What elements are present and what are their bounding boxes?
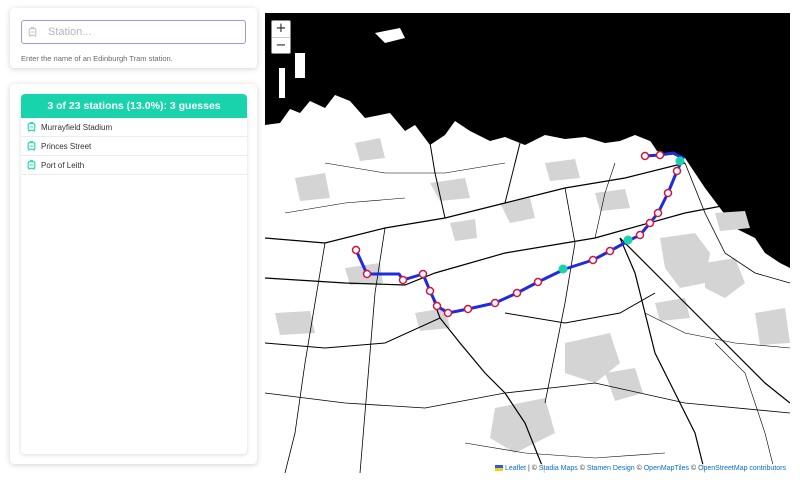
pier — [279, 68, 285, 98]
station-marker-guessed[interactable] — [675, 156, 685, 166]
results-summary: 3 of 23 stations (13.0%): 3 guesses — [21, 94, 247, 118]
map[interactable]: + − Leaflet | © Stadia Maps © Stamen Des… — [265, 13, 790, 473]
sea-area — [265, 13, 790, 268]
station-marker[interactable] — [463, 304, 473, 314]
station-list-item[interactable]: Princes Street — [21, 137, 247, 156]
station-marker[interactable] — [351, 245, 361, 255]
results-card: 3 of 23 stations (13.0%): 3 guesses Murr… — [10, 84, 257, 464]
station-marker[interactable] — [512, 288, 522, 298]
attribution-separator: | © — [526, 465, 539, 472]
search-card: Enter the name of an Edinburgh Tram stat… — [10, 8, 257, 68]
station-marker[interactable] — [418, 269, 428, 279]
station-marker[interactable] — [398, 275, 408, 285]
station-name: Princes Street — [41, 141, 92, 151]
attribution-separator: © — [689, 465, 699, 472]
stamen-link[interactable]: Stamen Design — [587, 465, 635, 472]
map-canvas[interactable] — [265, 13, 790, 473]
zoom-control: + − — [271, 20, 291, 54]
station-list-item[interactable]: Port of Leith — [21, 156, 247, 175]
station-marker[interactable] — [645, 218, 655, 228]
results-panel: 3 of 23 stations (13.0%): 3 guesses Murr… — [21, 94, 247, 454]
map-attribution: Leaflet | © Stadia Maps © Stamen Design … — [490, 464, 790, 473]
station-marker[interactable] — [653, 208, 663, 218]
tram-icon — [28, 27, 37, 37]
stadia-link[interactable]: Stadia Maps — [539, 465, 578, 472]
station-marker[interactable] — [432, 301, 442, 311]
tram-line — [354, 151, 685, 315]
station-marker[interactable] — [640, 151, 650, 161]
station-name: Port of Leith — [41, 160, 85, 170]
station-name: Murrayfield Stadium — [41, 122, 113, 132]
tram-icon — [27, 141, 36, 151]
zoom-in-button[interactable]: + — [272, 21, 290, 37]
leaflet-link[interactable]: Leaflet — [505, 465, 526, 472]
tram-icon — [27, 160, 36, 170]
openmaptiles-link[interactable]: OpenMapTiles — [644, 465, 689, 472]
station-search-input[interactable] — [48, 26, 238, 38]
station-marker[interactable] — [362, 269, 372, 279]
sidebar: Enter the name of an Edinburgh Tram stat… — [0, 0, 265, 485]
station-marker[interactable] — [425, 286, 435, 296]
station-marker[interactable] — [443, 308, 453, 318]
station-marker[interactable] — [655, 150, 665, 160]
attribution-separator: © — [577, 465, 587, 472]
ukraine-flag-icon — [494, 465, 503, 471]
station-marker-guessed[interactable] — [623, 235, 633, 245]
zoom-out-button[interactable]: − — [272, 37, 290, 53]
station-marker-guessed[interactable] — [558, 264, 568, 274]
station-marker[interactable] — [588, 255, 598, 265]
openstreetmap-link[interactable]: OpenStreetMap contributors — [698, 465, 786, 472]
search-hint: Enter the name of an Edinburgh Tram stat… — [21, 54, 173, 63]
pier — [295, 53, 305, 78]
station-marker[interactable] — [635, 230, 645, 240]
station-marker[interactable] — [672, 166, 682, 176]
station-marker[interactable] — [663, 188, 673, 198]
attribution-separator: © — [634, 465, 644, 472]
station-marker[interactable] — [533, 277, 543, 287]
station-marker[interactable] — [605, 246, 615, 256]
station-marker[interactable] — [490, 298, 500, 308]
search-box[interactable] — [21, 20, 246, 44]
station-list-item[interactable]: Murrayfield Stadium — [21, 118, 247, 137]
tram-icon — [27, 122, 36, 132]
